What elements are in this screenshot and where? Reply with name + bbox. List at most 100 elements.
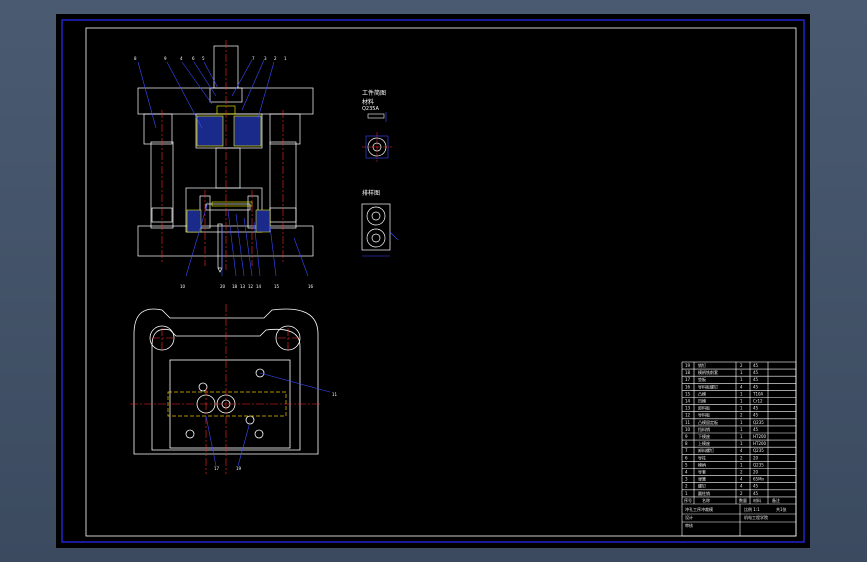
- tb-row-qty-4: 1: [740, 391, 743, 396]
- tb-row-mat-6: 45: [753, 406, 759, 411]
- tb-row-mat-15: 20: [753, 470, 759, 475]
- tb-row-no-14: 5: [685, 462, 688, 467]
- tb-header-name: 名称: [702, 497, 710, 503]
- front-top-callout-7: 2: [274, 56, 277, 61]
- tb-row-qty-13: 2: [740, 455, 743, 460]
- tb-row-name-18: 圆柱销: [698, 490, 710, 496]
- tb-row-mat-10: HT200: [753, 434, 767, 439]
- front-leaders: [137, 59, 309, 277]
- tb-row-qty-9: 1: [740, 427, 743, 432]
- tb-row-name-15: 导套: [698, 469, 706, 475]
- tb-row-mat-3: 45: [753, 384, 759, 389]
- tb-row-mat-18: 45: [753, 491, 759, 496]
- tb-row-qty-15: 2: [740, 470, 743, 475]
- tb-row-mat-7: 45: [753, 413, 759, 418]
- tb-checker: 审核: [685, 522, 693, 528]
- strip-layout: [361, 203, 399, 257]
- tb-row-no-8: 11: [685, 420, 691, 425]
- plan-callouts: 11 17 19: [56, 14, 337, 471]
- tb-row-mat-9: 45: [753, 427, 759, 432]
- tb-row-mat-17: 45: [753, 484, 759, 489]
- tb-row-name-6: 卸料板: [698, 405, 710, 411]
- tb-row-qty-0: 2: [740, 363, 743, 368]
- tb-row-mat-1: 45: [753, 370, 759, 375]
- tb-sheet: 共1张: [776, 506, 787, 512]
- tb-row-no-7: 12: [685, 413, 691, 418]
- tb-row-name-3: 导料板螺钉: [698, 383, 718, 389]
- front-top-callout-1: 9: [164, 56, 167, 61]
- title-block-text: 19 销钉 2 4518 模柄铣削套 1 4517 垫板 1 4516 导料板螺钉 4 4515 凸模 1 T…: [684, 362, 787, 528]
- drawing-sheet: 19 销钉 2 45 18 模柄铣削套 1 45 17 垫板 1 45 16 导料板螺钉 4 45 15 凸模 1 T…: [56, 14, 810, 548]
- tb-row-no-5: 14: [685, 399, 691, 404]
- front-top-callout-3: 6: [192, 56, 195, 61]
- tb-row-no-12: 7: [685, 448, 688, 453]
- front-bottom-callout-3: 13: [240, 284, 246, 289]
- tb-row-no-2: 17: [685, 377, 691, 382]
- tb-row-qty-8: 1: [740, 420, 743, 425]
- front-bottom-callout-1: 20: [220, 284, 226, 289]
- front-top-callout-2: 4: [180, 56, 183, 61]
- front-top-callout-5: 7: [252, 56, 255, 61]
- tb-row-no-0: 19: [685, 363, 691, 368]
- strip-layout-title: 排样图: [362, 190, 381, 197]
- front-bottom-callout-4: 12: [248, 284, 254, 289]
- plan-callout-1: 17: [214, 466, 220, 471]
- tb-row-mat-11: HT200: [753, 441, 767, 446]
- part-drawing: [362, 112, 392, 162]
- tb-row-name-7: 导料板: [698, 412, 710, 418]
- plan-centerlines: [130, 304, 320, 474]
- tb-row-mat-0: 45: [753, 363, 759, 368]
- tb-header-mat: 材料: [753, 497, 761, 503]
- front-top-callout-6: 3: [264, 56, 267, 61]
- tb-row-name-0: 销钉: [698, 362, 706, 368]
- tb-row-name-10: 下模座: [698, 433, 710, 439]
- tb-row-qty-17: 4: [740, 484, 743, 489]
- tb-row-qty-10: 1: [740, 434, 743, 439]
- front-bottom-callout-6: 15: [274, 284, 280, 289]
- tb-row-qty-6: 1: [740, 406, 743, 411]
- tb-header-remark: 备注: [772, 497, 780, 503]
- tb-row-name-8: 凸模固定板: [698, 419, 718, 425]
- tb-row-name-2: 垫板: [698, 376, 706, 382]
- tb-row-qty-14: 1: [740, 462, 743, 467]
- tb-row-mat-8: Q235: [753, 420, 764, 425]
- tb-drawing-title: 冲孔工序冲裁模: [685, 506, 713, 512]
- tb-row-no-3: 16: [685, 384, 691, 389]
- tb-row-qty-1: 1: [740, 370, 743, 375]
- plan-leaders: [205, 372, 331, 467]
- tb-row-no-11: 8: [685, 441, 688, 446]
- tb-designer: 设计: [685, 514, 693, 520]
- tb-row-no-17: 2: [685, 484, 688, 489]
- tb-row-qty-7: 2: [740, 413, 743, 418]
- tb-row-no-16: 3: [685, 477, 688, 482]
- tb-row-no-9: 10: [685, 427, 691, 432]
- tb-row-no-6: 13: [685, 406, 691, 411]
- tb-row-mat-12: Q235: [753, 448, 764, 453]
- front-bottom-callout-7: 16: [308, 284, 314, 289]
- plan-strip-outline: [167, 391, 287, 417]
- plan-callout-2: 19: [236, 466, 242, 471]
- front-top-callout-4: 5: [202, 56, 205, 61]
- tb-row-name-12: 卸料螺钉: [698, 447, 714, 453]
- plan-callout-0: 11: [332, 392, 338, 397]
- tb-row-no-18: 1: [685, 491, 688, 496]
- front-bottom-callouts: 10 20 18 13 12 14 15 16: [180, 284, 320, 292]
- tb-scale: 比例 1:1: [744, 506, 760, 512]
- tb-row-mat-14: Q235: [753, 462, 764, 467]
- tb-row-no-15: 4: [685, 470, 688, 475]
- tb-row-no-13: 6: [685, 455, 688, 460]
- front-top-callout-8: 1: [284, 56, 287, 61]
- tb-row-qty-2: 1: [740, 377, 743, 382]
- tb-row-qty-3: 4: [740, 384, 743, 389]
- tb-row-mat-2: 45: [753, 377, 759, 382]
- tb-row-name-11: 上模座: [698, 440, 710, 446]
- tb-row-name-13: 导柱: [698, 454, 706, 460]
- front-bottom-callout-5: 14: [256, 284, 262, 289]
- tb-unit: 机电工程学院: [744, 514, 768, 520]
- inner-border: [85, 27, 797, 537]
- tb-row-no-1: 18: [685, 370, 691, 375]
- tb-header-no: 序号: [684, 497, 692, 503]
- tb-row-mat-4: T10A: [752, 391, 764, 396]
- front-centerlines: [161, 40, 284, 270]
- tb-row-qty-11: 1: [740, 441, 743, 446]
